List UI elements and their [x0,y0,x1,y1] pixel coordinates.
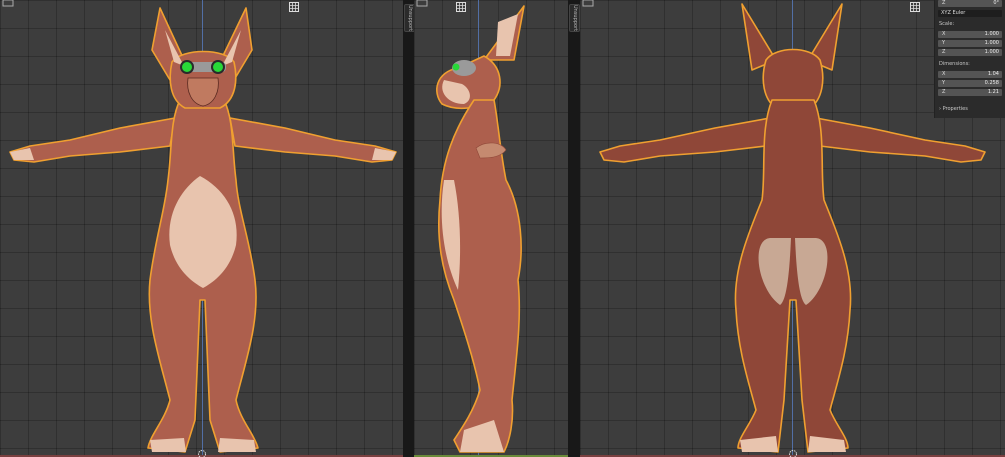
character-side[interactable] [414,0,568,457]
scale-heading: Scale: [939,21,955,27]
dimension-y-field[interactable]: Y 0.258 [938,80,1002,87]
goggles [452,60,476,76]
viewport-divider[interactable] [568,0,580,457]
rotation-mode-select[interactable]: XYZ Euler [938,10,1002,17]
sidebar-tab[interactable]: Unsupported [569,4,580,32]
dimension-x-field[interactable]: X 1.04 [938,71,1002,78]
viewport-front[interactable] [0,0,403,457]
viewport-back[interactable]: Z 0° XYZ Euler Scale: X 1.000 Y 1.000 Z … [580,0,1005,457]
rotation-z-field[interactable]: Z 0° [938,0,1002,7]
viewport-divider[interactable] [403,0,414,457]
scale-y-field[interactable]: Y 1.000 [938,40,1002,47]
origin-cursor-icon [198,450,206,457]
character-front[interactable] [0,0,403,457]
goggles [180,60,226,74]
viewport-side[interactable] [414,0,568,457]
dimensions-heading: Dimensions: [939,61,970,67]
scale-z-field[interactable]: Z 1.000 [938,49,1002,56]
scale-x-field[interactable]: X 1.000 [938,31,1002,38]
chevron-right-icon: › [939,106,941,112]
properties-panel-header[interactable]: › Properties [939,106,968,113]
origin-cursor-icon [789,450,797,457]
dimension-z-field[interactable]: Z 1.21 [938,89,1002,96]
properties-label: Properties [942,106,968,112]
transform-sidebar: Z 0° XYZ Euler Scale: X 1.000 Y 1.000 Z … [934,0,1005,118]
